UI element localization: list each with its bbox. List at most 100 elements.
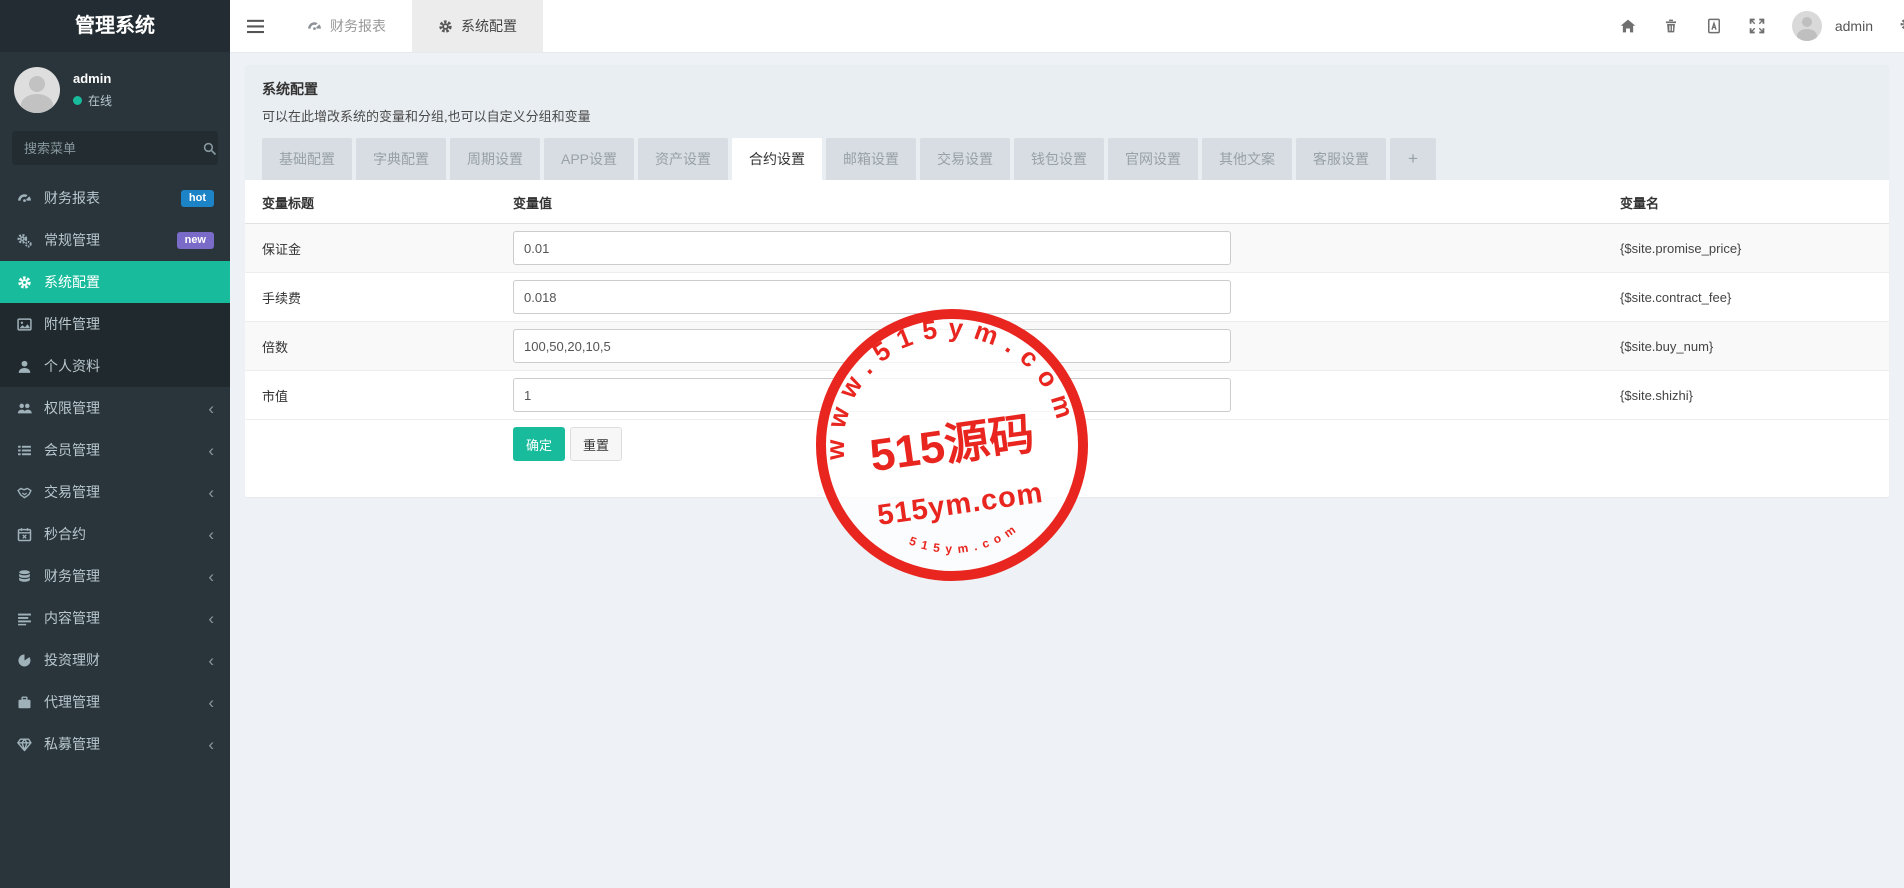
top-navbar: 财务报表 系统配置 admin [230,0,1904,53]
config-tab-0[interactable]: 基础配置 [262,138,352,180]
table-row: 保证金 {$site.promise_price} [245,224,1889,273]
sidebar-item-label: 私募管理 [44,734,100,754]
database-icon [16,569,33,584]
navbar-avatar[interactable] [1792,11,1822,41]
sidebar-item-label: 财务管理 [44,566,100,586]
gauge-icon [307,19,322,34]
chevron-left-icon: ‹ [208,526,214,543]
confirm-button[interactable]: 确定 [513,427,565,461]
config-tab-5[interactable]: 合约设置 [732,138,822,180]
search-icon[interactable] [202,141,217,156]
sidebar-item-8[interactable]: 秒合约 ‹ [0,513,230,555]
var-title: 市值 [245,371,513,420]
add-tab-button[interactable]: + [1390,138,1436,180]
var-name: {$site.promise_price} [1620,224,1889,273]
calendar-icon [16,527,33,542]
config-tab-1[interactable]: 字典配置 [356,138,446,180]
sidebar-item-label: 投资理财 [44,650,100,670]
sidebar-item-1[interactable]: 常规管理 new [0,219,230,261]
reset-button[interactable]: 重置 [570,427,622,461]
sidebar-item-6[interactable]: 会员管理 ‹ [0,429,230,471]
sidebar: 管理系统 admin 在线 财务报表hot 常规管理 new 系统配置附件管理个人资料… [0,0,230,888]
config-tab-3[interactable]: APP设置 [544,138,634,180]
badge-new: new [177,232,214,249]
panel-heading: 系统配置 可以在此增改系统的变量和分组,也可以自定义分组和变量 基础配置字典配置… [245,65,1889,180]
table-row: 倍数{$site.buy_num} [245,322,1889,371]
config-tab-7[interactable]: 交易设置 [920,138,1010,180]
var-name: {$site.contract_fee} [1620,273,1889,322]
config-table: 变量标题 变量值 变量名 保证金{$site.promise_price}手续费… [245,180,1889,420]
sidebar-item-13[interactable]: 私募管理 ‹ [0,723,230,765]
nav-tabs: 财务报表 系统配置 [281,0,543,52]
panel-body: 变量标题 变量值 变量名 保证金{$site.promise_price}手续费… [245,180,1889,461]
var-value-input[interactable] [513,231,1231,265]
home-icon[interactable] [1620,18,1636,34]
config-tab-11[interactable]: 客服设置 [1296,138,1386,180]
config-tab-6[interactable]: 邮箱设置 [826,138,916,180]
main-area: 财务报表 系统配置 admin 系统配置 可以在此增改系统的变量和分组,也可以自定… [230,0,1904,888]
sidebar-item-7[interactable]: 交易管理 ‹ [0,471,230,513]
app-title: 管理系统 [0,0,230,52]
online-dot-icon [73,96,82,105]
sidebar-item-4[interactable]: 个人资料 [0,345,230,387]
config-tab-2[interactable]: 周期设置 [450,138,540,180]
user-panel: admin 在线 [0,52,230,123]
sidebar-item-10[interactable]: 内容管理‹ [0,597,230,639]
search-input[interactable] [22,140,202,157]
var-title: 手续费 [245,273,513,322]
align-icon [16,611,33,626]
page-subtitle: 可以在此增改系统的变量和分组,也可以自定义分组和变量 [262,106,1872,125]
sidebar-item-0[interactable]: 财务报表hot [0,177,230,219]
briefcase-icon [16,695,33,710]
sidebar-search [12,131,218,165]
gauge-icon [16,191,33,206]
sidebar-item-9[interactable]: 财务管理 ‹ [0,555,230,597]
cogs-icon[interactable] [1900,18,1904,34]
gear-icon [438,19,453,34]
gem-icon [16,737,33,752]
menu-toggle-icon[interactable] [230,19,281,34]
handshake-icon [16,485,33,500]
content-area: 系统配置 可以在此增改系统的变量和分组,也可以自定义分组和变量 基础配置字典配置… [230,52,1904,888]
config-tab-10[interactable]: 其他文案 [1202,138,1292,180]
var-value-input[interactable] [513,280,1231,314]
clean-icon[interactable] [1706,18,1722,34]
sidebar-item-5[interactable]: 权限管理‹ [0,387,230,429]
badge-hot: hot [181,190,214,207]
user-status: 在线 [73,92,112,109]
list-icon [16,443,33,458]
nav-tab-1[interactable]: 系统配置 [412,0,543,52]
chevron-left-icon: ‹ [208,442,214,459]
config-tab-9[interactable]: 官网设置 [1108,138,1198,180]
var-value-input[interactable] [513,329,1231,363]
navbar-username[interactable]: admin [1835,18,1873,34]
trash-icon[interactable] [1663,18,1679,34]
nav-tab-0[interactable]: 财务报表 [281,0,412,52]
sidebar-item-11[interactable]: 投资理财 ‹ [0,639,230,681]
chevron-left-icon: ‹ [208,652,214,669]
config-tab-8[interactable]: 钱包设置 [1014,138,1104,180]
sidebar-item-3[interactable]: 附件管理 [0,303,230,345]
nav-tab-label: 系统配置 [461,16,517,36]
sidebar-item-2[interactable]: 系统配置 [0,261,230,303]
sidebar-item-label: 会员管理 [44,440,100,460]
var-title: 保证金 [245,224,513,273]
sidebar-item-label: 秒合约 [44,524,86,544]
col-header-value: 变量值 [513,180,1620,224]
sidebar-item-label: 常规管理 [44,230,100,250]
sidebar-item-label: 代理管理 [44,692,100,712]
chevron-left-icon: ‹ [208,568,214,585]
col-header-title: 变量标题 [245,180,513,224]
chevron-left-icon: ‹ [208,610,214,627]
table-row: 市值{$site.shizhi} [245,371,1889,420]
sidebar-item-12[interactable]: 代理管理 ‹ [0,681,230,723]
chevron-left-icon: ‹ [208,484,214,501]
var-value-input[interactable] [513,378,1231,412]
expand-icon[interactable] [1749,18,1765,34]
chevron-left-icon: ‹ [208,694,214,711]
config-tab-4[interactable]: 资产设置 [638,138,728,180]
chevron-left-icon: ‹ [208,736,214,753]
sidebar-item-label: 交易管理 [44,482,100,502]
user-icon [16,359,33,374]
var-title: 倍数 [245,322,513,371]
